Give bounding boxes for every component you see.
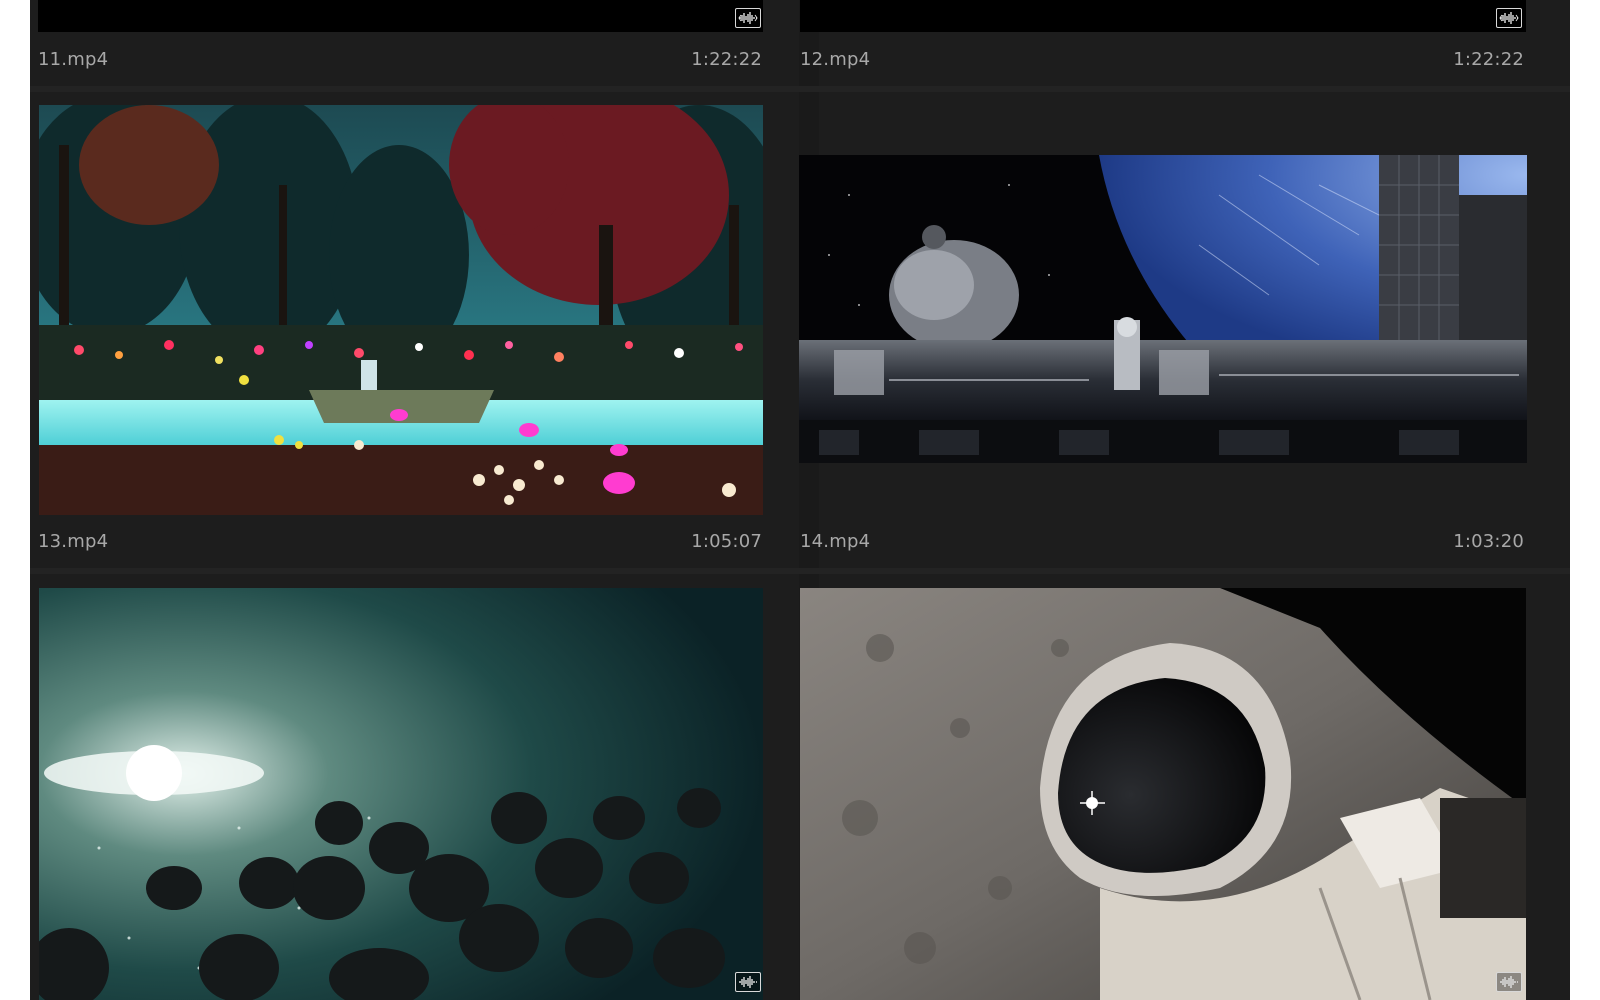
audio-waveform-icon [1496,8,1522,28]
clip-thumbnail[interactable] [38,0,763,32]
clip-thumbnail-nebula[interactable] [39,588,763,1000]
clip-filename: 14.mp4 [800,531,871,552]
clip-thumbnail-astronaut[interactable] [800,588,1526,1000]
clip-filename: 12.mp4 [800,49,871,70]
clip-thumbnail-space-station[interactable] [799,155,1527,463]
media-bin-grid: 11.mp4 1:22:22 12.mp4 1:22:22 13.mp4 1:0… [30,0,1570,1000]
row-divider [30,568,1570,574]
clip-duration: 1:22:22 [691,49,762,70]
audio-waveform-icon [1496,972,1522,992]
clip-duration: 1:05:07 [691,531,762,552]
clip-filename: 11.mp4 [38,49,109,70]
clip-thumbnail[interactable] [800,0,1526,32]
audio-waveform-icon [735,972,761,992]
clip-filename: 13.mp4 [38,531,109,552]
clip-duration: 1:22:22 [1453,49,1524,70]
row-divider [30,86,1570,92]
clip-duration: 1:03:20 [1453,531,1524,552]
clip-thumbnail-forest[interactable] [39,105,763,515]
audio-waveform-icon [735,8,761,28]
